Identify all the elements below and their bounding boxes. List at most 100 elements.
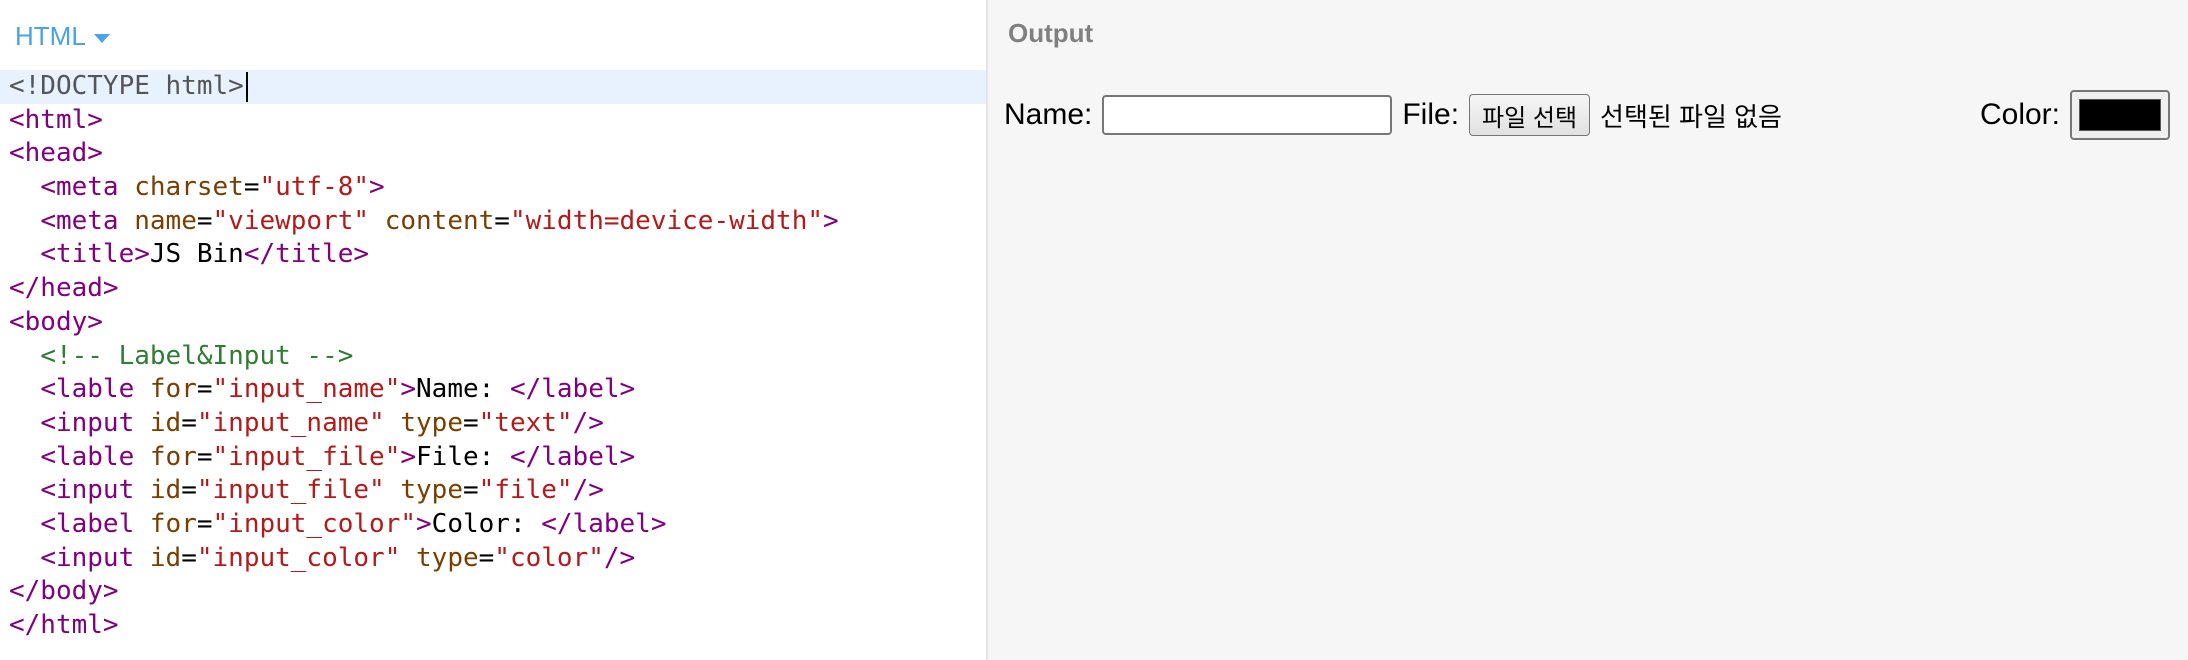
code-line[interactable]: </html> — [0, 609, 986, 643]
code-token-str: "input_name" — [212, 374, 401, 405]
code-token-doctype: <!DOCTYPE html> — [9, 71, 244, 101]
code-token-text: = — [196, 508, 213, 539]
code-token-attr: type — [416, 542, 479, 573]
output-pane: Output Name: File: 파일 선택 선택된 파일 없음 Color… — [988, 0, 2188, 660]
code-token-attr: content — [384, 205, 495, 236]
code-token-comment: <!-- Label&Input --> — [40, 340, 354, 371]
code-token-attr: id — [149, 407, 182, 438]
code-token-attr: id — [149, 542, 182, 573]
code-line[interactable]: <meta name="viewport" content="width=dev… — [0, 205, 986, 239]
code-line[interactable]: <lable for="input_name">Name: </label> — [0, 373, 986, 407]
name-input[interactable] — [1102, 95, 1393, 135]
code-line[interactable]: <!-- Label&Input --> — [0, 340, 986, 374]
code-line[interactable]: <lable for="input_file">File: </label> — [0, 441, 986, 475]
output-form-row: Name: File: 파일 선택 선택된 파일 없음 Color: — [1004, 90, 2170, 140]
caret-down-icon — [93, 33, 110, 43]
code-token-str: "file" — [478, 475, 573, 506]
code-token-tag: <head> — [9, 138, 103, 169]
code-token-tag: > — [416, 508, 432, 539]
code-line[interactable]: </head> — [0, 272, 986, 306]
code-line[interactable]: <html> — [0, 104, 986, 138]
file-label: File: — [1402, 98, 1460, 131]
code-line[interactable]: <!DOCTYPE html> — [0, 70, 986, 104]
code-line[interactable]: <input id="input_color" type="color"/> — [0, 542, 986, 576]
language-label: HTML — [15, 20, 86, 51]
code-token-tag: </body> — [9, 576, 119, 607]
code-token-text: = — [478, 542, 495, 573]
code-token-text: = — [181, 475, 197, 506]
code-token-tag: > — [823, 205, 839, 236]
code-token-attr: id — [149, 475, 182, 506]
code-token-text: = — [462, 475, 479, 506]
code-line[interactable]: <head> — [0, 137, 986, 171]
code-token-str: "input_color" — [212, 508, 417, 539]
code-line[interactable]: <meta charset="utf-8"> — [0, 171, 986, 205]
code-token-str: "input_file" — [212, 441, 401, 472]
code-token-text: = — [494, 205, 510, 236]
code-token-tag: </label> — [541, 508, 667, 539]
code-token-tag: <input — [40, 542, 150, 573]
code-token-text: Name: — [416, 374, 510, 405]
code-line[interactable]: </body> — [0, 575, 986, 609]
code-token-tag: </title> — [243, 239, 370, 270]
language-selector[interactable]: HTML — [15, 18, 110, 54]
code-token-attr: for — [149, 508, 197, 539]
code-token-str: "input_color" — [196, 542, 401, 573]
code-token-tag: /> — [572, 407, 604, 438]
code-token-attr: for — [149, 441, 197, 472]
text-cursor — [245, 71, 248, 102]
code-token-attr: name — [134, 205, 197, 236]
code-token-str: "width=device-width" — [509, 205, 824, 236]
code-token-str: "utf-8" — [259, 172, 370, 203]
code-token-text: Color: — [431, 508, 542, 539]
code-token-tag: <lable — [40, 374, 150, 405]
code-line[interactable]: <title>JS Bin</title> — [0, 238, 986, 272]
code-line[interactable]: <body> — [0, 306, 986, 340]
code-line[interactable]: <input id="input_file" type="file"/> — [0, 474, 986, 508]
code-token-text: File: — [416, 441, 510, 472]
code-token-text: = — [196, 441, 213, 472]
code-token-tag: <html> — [9, 104, 103, 135]
color-label: Color: — [1979, 98, 2060, 131]
code-line[interactable]: <label for="input_color">Color: </label> — [0, 508, 986, 542]
code-line[interactable]: <input id="input_name" type="text"/> — [0, 407, 986, 441]
code-token-tag: /> — [603, 542, 636, 573]
code-token-tag: /> — [572, 475, 604, 506]
code-token-tag: </label> — [509, 374, 636, 405]
code-token-tag: > — [369, 172, 385, 203]
code-token-text: = — [196, 374, 213, 405]
code-token-text: = — [196, 205, 213, 236]
name-label: Name: — [1004, 98, 1093, 131]
code-token-tag: <meta — [40, 172, 135, 203]
code-token-text: JS Bin — [149, 239, 244, 270]
code-token-str: "color" — [494, 542, 604, 573]
file-choose-button[interactable]: 파일 선택 — [1469, 94, 1591, 136]
code-editor[interactable]: <!DOCTYPE html> <html> <head> <meta charse… — [0, 70, 986, 643]
code-token-str: "input_name" — [196, 407, 385, 438]
code-token-attr: for — [149, 374, 197, 405]
code-token-attr: charset — [134, 172, 244, 203]
code-token-tag: </label> — [509, 441, 636, 472]
html-editor-pane: HTML <!DOCTYPE html> <html> <head> <meta c… — [0, 0, 988, 660]
code-token-tag: > — [400, 374, 417, 405]
code-token-str: "viewport" — [212, 205, 370, 236]
code-token-tag: </head> — [9, 273, 119, 304]
code-token-tag: <input — [40, 407, 150, 438]
code-token-text: = — [181, 407, 197, 438]
color-picker[interactable] — [2070, 90, 2170, 140]
code-token-str: "input_file" — [196, 475, 385, 506]
code-token-tag: > — [400, 441, 417, 472]
code-token-text: = — [181, 542, 197, 573]
